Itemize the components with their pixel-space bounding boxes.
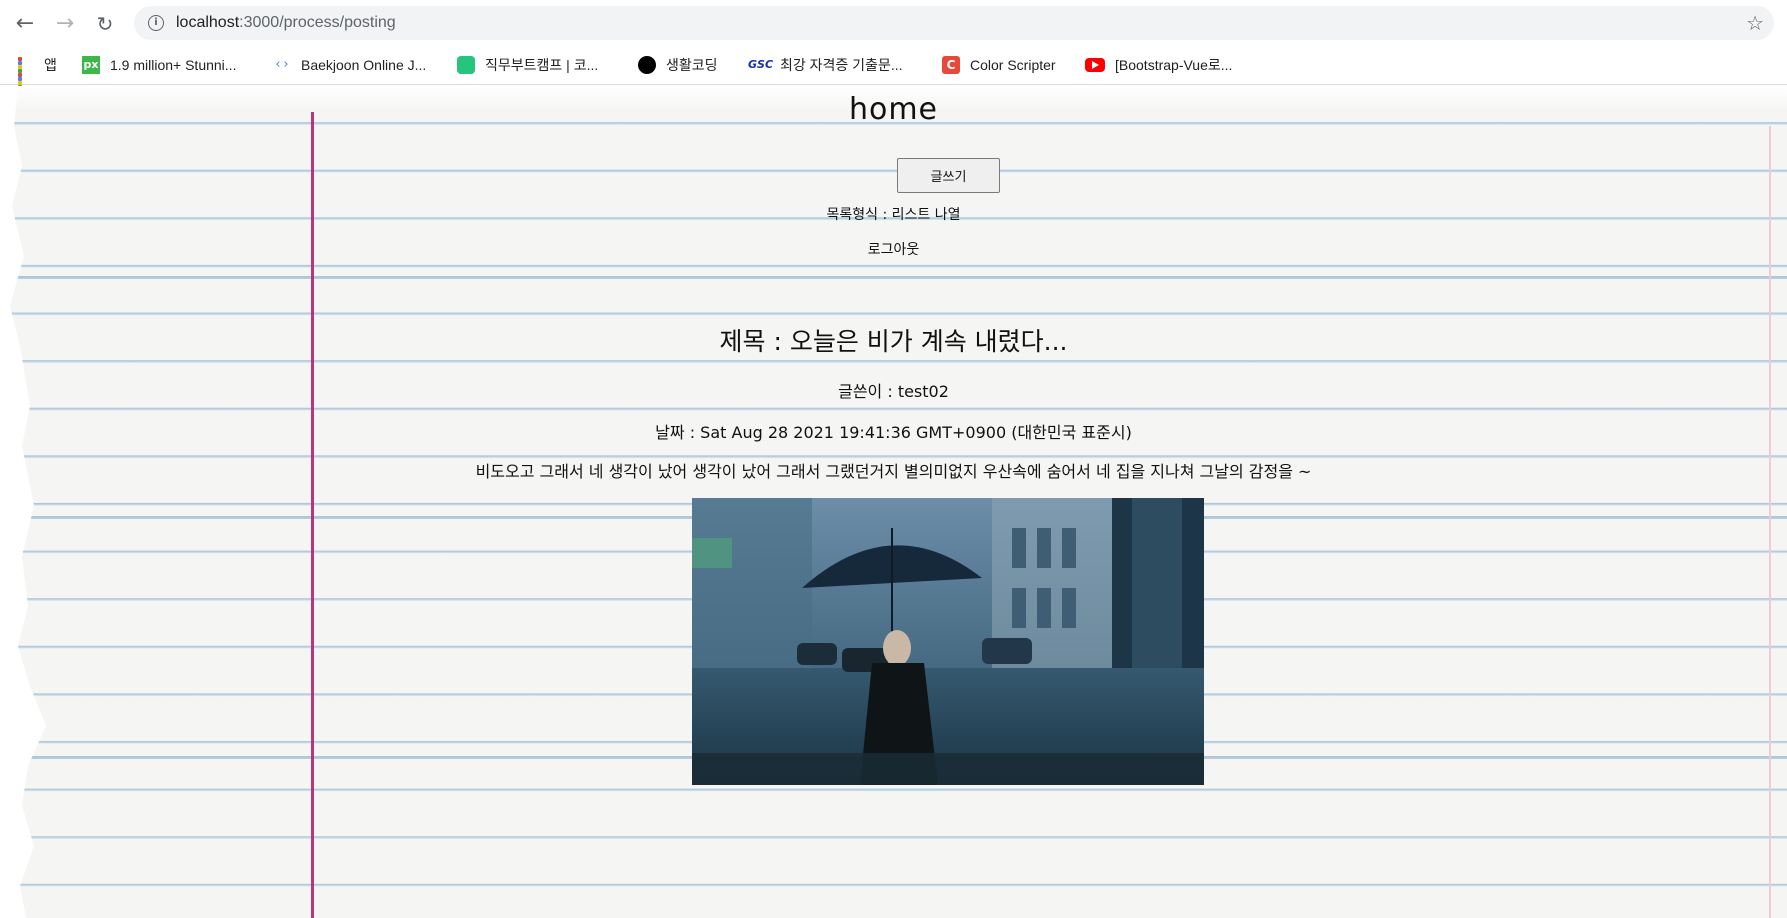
bootcamp-icon (457, 56, 475, 74)
notebook-page: home 글쓰기 목록형식 : 리스트 나열 로그아웃 제목 : 오늘은 비가 … (0, 86, 1787, 918)
color-scripter-icon: C (942, 56, 960, 74)
bookmark-label: 1.9 million+ Stunni... (110, 57, 237, 73)
bookmark-pixabay[interactable]: px 1.9 million+ Stunni... (82, 55, 236, 75)
info-icon[interactable]: i (148, 15, 164, 31)
bookmark-baekjoon[interactable]: ‹› Baekjoon Online J... (273, 55, 426, 75)
url-host: localhost (176, 14, 240, 31)
youtube-icon (1085, 58, 1105, 72)
address-bar[interactable]: i localhost:3000/process/posting ☆ (134, 6, 1774, 40)
bookmark-label: [Bootstrap-Vue로... (1115, 57, 1233, 73)
bookmark-label: 앱 (44, 57, 57, 73)
rainy-street-illustration (692, 498, 1204, 785)
bookmark-label: 최강 자격증 기출문... (780, 57, 903, 73)
bookmark-gsc[interactable]: GSC 최강 자격증 기출문... (748, 55, 903, 75)
post-author: 글쓴이 : test02 (838, 382, 949, 401)
bookmark-color-scripter[interactable]: C Color Scripter (942, 55, 1056, 75)
back-arrow-icon[interactable]: ← (12, 11, 38, 37)
browser-toolbar: ← → ↻ i localhost:3000/process/posting ☆ (0, 0, 1787, 46)
write-button[interactable]: 글쓰기 (897, 158, 1000, 193)
bookmark-label: 직무부트캠프 | 코... (485, 57, 599, 73)
post-image (692, 498, 1204, 785)
bookmark-bootstrap-vue[interactable]: [Bootstrap-Vue로... (1085, 55, 1232, 75)
pixabay-icon: px (82, 56, 100, 74)
reload-icon[interactable]: ↻ (92, 11, 118, 37)
black-circle-icon (638, 56, 656, 74)
bookmark-apps[interactable]: 앱 (18, 55, 57, 93)
bookmark-label: 생활코딩 (666, 57, 718, 73)
gsc-icon: GSC (748, 58, 774, 71)
bookmark-bootcamp[interactable]: 직무부트캠프 | 코... (457, 55, 598, 75)
bookmark-label: Baekjoon Online J... (301, 57, 427, 73)
bookmarks-bar: 앱 px 1.9 million+ Stunni... ‹› Baekjoon … (0, 46, 1787, 93)
apps-grid-icon (18, 57, 34, 93)
bookmark-opentutorials[interactable]: 생활코딩 (638, 55, 718, 75)
list-format-link[interactable]: 목록형식 : 리스트 나열 (0, 204, 1787, 224)
post-date: 날짜 : Sat Aug 28 2021 19:41:36 GMT+0900 (… (655, 423, 1132, 442)
code-brackets-icon: ‹› (274, 57, 290, 72)
logout-link[interactable]: 로그아웃 (0, 239, 1787, 259)
page-title: home (848, 92, 939, 127)
post-body: 비도오고 그래서 네 생각이 났어 생각이 났어 그래서 그랬던거지 별의미없지… (475, 462, 1312, 481)
bookmark-star-icon[interactable]: ☆ (1746, 11, 1764, 35)
page-content: home 글쓰기 목록형식 : 리스트 나열 로그아웃 제목 : 오늘은 비가 … (0, 86, 1787, 918)
browser-chrome: ← → ↻ i localhost:3000/process/posting ☆… (0, 0, 1787, 93)
post-title: 제목 : 오늘은 비가 계속 내렸다... (719, 327, 1068, 356)
url-text[interactable]: localhost:3000/process/posting (176, 14, 396, 32)
forward-arrow-icon[interactable]: → (52, 11, 78, 37)
bookmark-label: Color Scripter (970, 57, 1056, 73)
url-path: :3000/process/posting (239, 14, 396, 31)
